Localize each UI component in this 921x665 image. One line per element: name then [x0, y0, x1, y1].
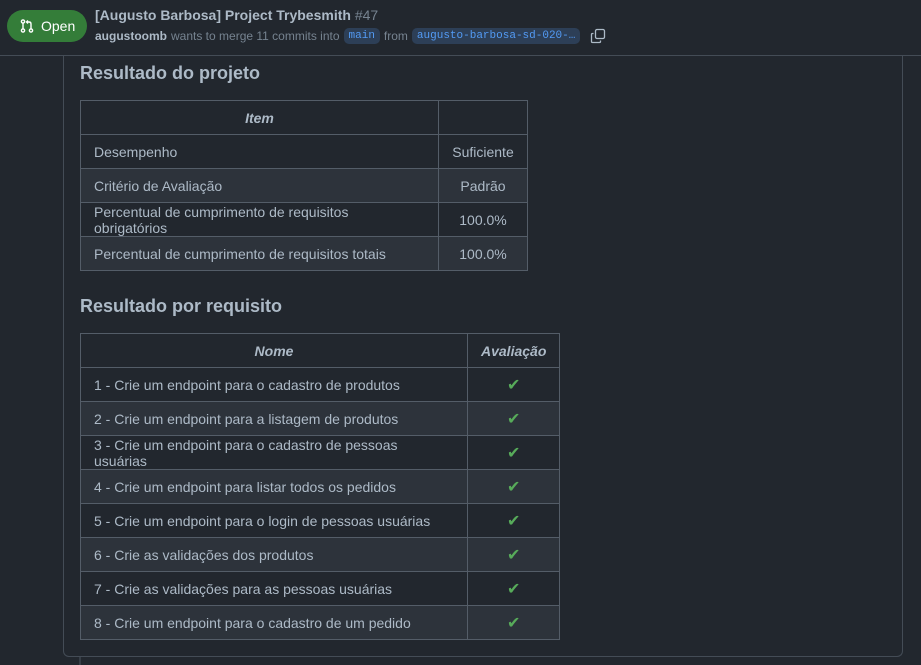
- pr-header: Open [Augusto Barbosa] Project Trybesmit…: [0, 0, 921, 56]
- table-row: 2 - Crie um endpoint para a listagem de …: [80, 401, 561, 436]
- column-header-value: [438, 100, 528, 135]
- requirement-name: 8 - Crie um endpoint para o cadastro de …: [80, 605, 468, 640]
- from-text: from: [383, 29, 408, 43]
- requirement-name: 6 - Crie as validações dos produtos: [80, 537, 468, 572]
- requirements-heading: Resultado por requisito: [80, 296, 283, 316]
- base-branch[interactable]: main: [343, 28, 380, 44]
- column-header-item: Item: [80, 100, 439, 135]
- table-header-row: Item: [80, 100, 528, 135]
- row-value: 100.0%: [438, 236, 528, 271]
- table-row: 6 - Crie as validações dos produtos ✔: [80, 537, 561, 572]
- requirement-name: 4 - Crie um endpoint para listar todos o…: [80, 469, 468, 504]
- project-result-heading: Resultado do projeto: [80, 63, 260, 83]
- requirement-name: 2 - Crie um endpoint para a listagem de …: [80, 401, 468, 436]
- requirement-name: 1 - Crie um endpoint para o cadastro de …: [80, 367, 468, 402]
- row-value: Padrão: [438, 168, 528, 203]
- pr-author-link[interactable]: augustoomb: [95, 29, 167, 43]
- pr-meta: augustoomb wants to merge 11 commits int…: [95, 28, 606, 44]
- requirement-name: 5 - Crie um endpoint para o login de pes…: [80, 503, 468, 538]
- check-icon: ✔: [466, 367, 561, 402]
- column-header-evaluation: Avaliação: [466, 333, 561, 368]
- pr-state-badge: Open: [7, 10, 87, 42]
- check-icon: ✔: [466, 537, 561, 572]
- pr-state-label: Open: [41, 18, 76, 34]
- check-icon: ✔: [466, 469, 561, 504]
- row-label: Critério de Avaliação: [80, 168, 439, 203]
- table-row: 3 - Crie um endpoint para o cadastro de …: [80, 435, 561, 470]
- row-value: Suficiente: [438, 134, 528, 169]
- table-row: Percentual de cumprimento de requisitos …: [80, 236, 528, 271]
- table-header-row: Nome Avaliação: [80, 333, 561, 368]
- table-row: 8 - Crie um endpoint para o cadastro de …: [80, 605, 561, 640]
- table-row: 5 - Crie um endpoint para o login de pes…: [80, 503, 561, 538]
- table-row: 1 - Crie um endpoint para o cadastro de …: [80, 367, 561, 402]
- head-branch[interactable]: augusto-barbosa-sd-020-…: [411, 28, 581, 44]
- pr-title: [Augusto Barbosa] Project Trybesmith: [95, 7, 351, 23]
- table-row: 4 - Crie um endpoint para listar todos o…: [80, 469, 561, 504]
- project-result-table: Item Desempenho Suficiente Critério de A…: [80, 100, 528, 271]
- row-label: Percentual de cumprimento de requisitos …: [80, 236, 439, 271]
- check-icon: ✔: [466, 401, 561, 436]
- requirement-name: 7 - Crie as validações para as pessoas u…: [80, 571, 468, 606]
- requirements-table: Nome Avaliação 1 - Crie um endpoint para…: [80, 333, 561, 640]
- requirement-name: 3 - Crie um endpoint para o cadastro de …: [80, 435, 468, 470]
- column-header-name: Nome: [80, 333, 468, 368]
- row-label: Desempenho: [80, 134, 439, 169]
- pr-number: #47: [354, 7, 379, 23]
- table-row: Desempenho Suficiente: [80, 134, 528, 169]
- check-icon: ✔: [466, 571, 561, 606]
- row-value: 100.0%: [438, 202, 528, 237]
- timeline-line: [79, 657, 81, 665]
- pr-title-line: [Augusto Barbosa] Project Trybesmith #47: [95, 7, 378, 23]
- merge-text: wants to merge 11 commits into: [171, 29, 340, 43]
- check-icon: ✔: [466, 435, 561, 470]
- table-row: Percentual de cumprimento de requisitos …: [80, 202, 528, 237]
- git-pull-request-icon: [19, 18, 35, 34]
- row-label: Percentual de cumprimento de requisitos …: [80, 202, 439, 237]
- table-row: 7 - Crie as validações para as pessoas u…: [80, 571, 561, 606]
- check-icon: ✔: [466, 605, 561, 640]
- copy-icon[interactable]: [590, 28, 606, 44]
- table-row: Critério de Avaliação Padrão: [80, 168, 528, 203]
- check-icon: ✔: [466, 503, 561, 538]
